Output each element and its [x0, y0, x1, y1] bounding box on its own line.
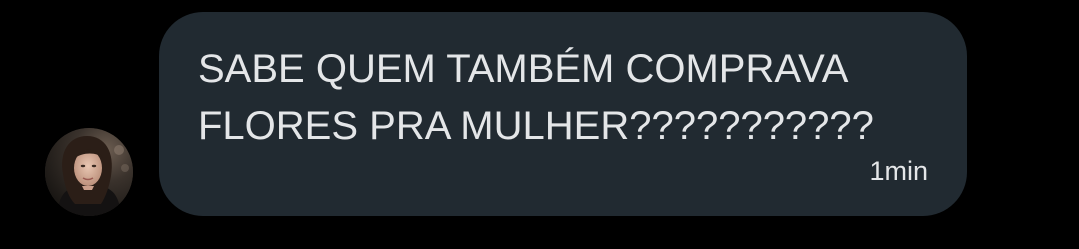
- profile-photo-icon: [45, 128, 133, 216]
- message-row: SABE QUEM TAMBÉM COMPRAVA FLORES PRA MUL…: [0, 0, 1079, 249]
- message-text: SABE QUEM TAMBÉM COMPRAVA FLORES PRA MUL…: [198, 47, 874, 148]
- message-bubble[interactable]: SABE QUEM TAMBÉM COMPRAVA FLORES PRA MUL…: [159, 12, 967, 216]
- message-timestamp: 1min: [869, 156, 928, 186]
- avatar[interactable]: [45, 128, 133, 216]
